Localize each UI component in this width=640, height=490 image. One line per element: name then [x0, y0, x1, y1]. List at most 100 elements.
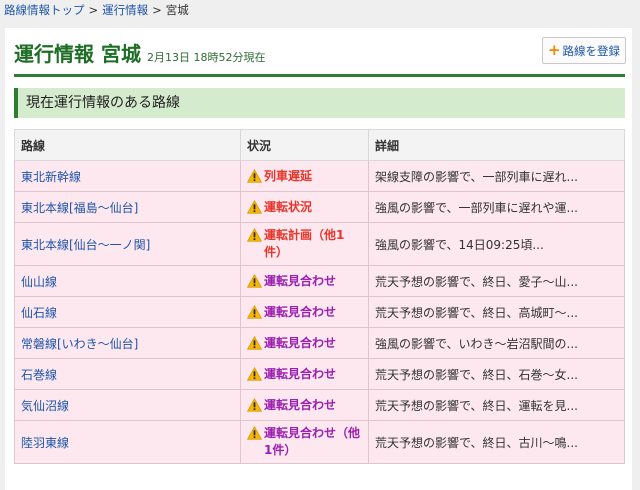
line-link[interactable]: 東北本線[仙台～一ノ関]: [21, 238, 150, 252]
breadcrumb-link-top[interactable]: 路線情報トップ: [4, 3, 85, 17]
status-label[interactable]: 列車遅延: [247, 168, 362, 185]
status-cell: 列車遅延: [240, 160, 369, 192]
line-cell: 陸羽東線: [14, 420, 241, 464]
line-cell: 東北本線[福島～仙台]: [14, 191, 241, 223]
warning-triangle-icon: [247, 366, 262, 381]
line-cell: 東北本線[仙台～一ノ関]: [14, 222, 241, 266]
status-label[interactable]: 運転見合わせ: [247, 335, 362, 352]
status-cell: 運転計画（他1件）: [240, 222, 369, 266]
warning-triangle-icon: [247, 168, 262, 183]
breadcrumb-link-operation[interactable]: 運行情報: [102, 3, 148, 17]
table-row[interactable]: 仙石線 運転見合わせ 荒天予想の影響で、終日、高城町～...: [14, 296, 625, 328]
status-text: 運転見合わせ: [264, 366, 337, 381]
status-text: 運転状況: [264, 199, 313, 214]
line-cell: 常磐線[いわき～仙台]: [14, 327, 241, 359]
status-cell: 運転見合わせ: [240, 389, 369, 421]
table-row[interactable]: 気仙沼線 運転見合わせ 荒天予想の影響で、終日、運転を見...: [14, 389, 625, 421]
detail-text: 荒天予想の影響で、終日、運転を見...: [375, 398, 578, 413]
status-cell: 運転見合わせ: [240, 358, 369, 390]
line-link[interactable]: 仙石線: [21, 306, 57, 320]
detail-text: 架線支障の影響で、一部列車に遅れ...: [375, 169, 578, 184]
warning-triangle-icon: [247, 397, 262, 412]
line-link[interactable]: 気仙沼線: [21, 399, 69, 413]
line-cell: 仙石線: [14, 296, 241, 328]
status-cell: 運転見合わせ: [240, 296, 369, 328]
line-cell: 石巻線: [14, 358, 241, 390]
line-link[interactable]: 陸羽東線: [21, 436, 69, 450]
table-row[interactable]: 陸羽東線 運転見合わせ（他1件） 荒天予想の影響で、終日、古川～鳴...: [14, 420, 625, 464]
table-row[interactable]: 東北新幹線 列車遅延 架線支障の影響で、一部列車に遅れ...: [14, 160, 625, 192]
status-label[interactable]: 運転見合わせ: [247, 273, 362, 290]
detail-text: 荒天予想の影響で、終日、石巻～女...: [375, 367, 578, 382]
register-line-button[interactable]: + 路線を登録: [542, 37, 626, 64]
status-text: 運転見合わせ（他1件）: [264, 426, 361, 457]
register-line-label: 路線を登録: [562, 43, 621, 58]
status-text: 運転見合わせ: [264, 397, 337, 412]
line-link[interactable]: 常磐線[いわき～仙台]: [21, 337, 138, 351]
status-label[interactable]: 運転見合わせ（他1件）: [247, 425, 362, 459]
warning-triangle-icon: [247, 273, 262, 288]
detail-cell: 荒天予想の影響で、終日、運転を見...: [368, 389, 625, 421]
table-row[interactable]: 常磐線[いわき～仙台] 運転見合わせ 強風の影響で、いわき～岩沼駅間の...: [14, 327, 625, 359]
line-link[interactable]: 東北本線[福島～仙台]: [21, 201, 138, 215]
status-table: 路線 状況 詳細 東北新幹線 列車遅延 架線支障の影響で、一部列車に遅れ... 東北本…: [14, 129, 625, 464]
main-card: 運行情報 宮城 2月13日 18時52分現在 + 路線を登録 現在運行情報のある路…: [5, 28, 632, 490]
status-label[interactable]: 運転状況: [247, 199, 362, 216]
line-cell: 気仙沼線: [14, 389, 241, 421]
warning-triangle-icon: [247, 304, 262, 319]
line-cell: 仙山線: [14, 265, 241, 297]
breadcrumb-separator: >: [152, 3, 162, 17]
status-text: 運転見合わせ: [264, 273, 337, 288]
detail-cell: 荒天予想の影響で、終日、古川～鳴...: [368, 420, 625, 464]
detail-cell: 強風の影響で、14日09:25頃...: [368, 222, 625, 266]
status-cell: 運転見合わせ: [240, 265, 369, 297]
detail-text: 荒天予想の影響で、終日、古川～鳴...: [375, 435, 578, 450]
status-label[interactable]: 運転見合わせ: [247, 397, 362, 414]
line-link[interactable]: 仙山線: [21, 275, 57, 289]
table-row[interactable]: 東北本線[仙台～一ノ関] 運転計画（他1件） 強風の影響で、14日09:25頃...: [14, 222, 625, 266]
breadcrumb: 路線情報トップ > 運行情報 > 宮城: [4, 3, 189, 17]
detail-cell: 強風の影響で、一部列車に遅れや運...: [368, 191, 625, 223]
table-row[interactable]: 仙山線 運転見合わせ 荒天予想の影響で、終日、愛子～山...: [14, 265, 625, 297]
breadcrumb-separator: >: [88, 3, 99, 17]
warning-triangle-icon: [247, 335, 262, 350]
page-title: 運行情報 宮城: [14, 42, 141, 66]
warning-triangle-icon: [247, 426, 262, 440]
status-text: 列車遅延: [264, 168, 313, 183]
title-row: 運行情報 宮城 2月13日 18時52分現在: [14, 38, 266, 66]
column-header-status: 状況: [240, 129, 369, 161]
plus-icon: +: [547, 41, 561, 59]
breadcrumb-current: 宮城: [165, 3, 189, 17]
line-cell: 東北新幹線: [14, 160, 241, 192]
table-header-row: 路線 状況 詳細: [14, 129, 625, 161]
detail-cell: 強風の影響で、いわき～岩沼駅間の...: [368, 327, 625, 359]
detail-cell: 荒天予想の影響で、終日、高城町～...: [368, 296, 625, 328]
detail-cell: 荒天予想の影響で、終日、石巻～女...: [368, 358, 625, 390]
line-link[interactable]: 東北新幹線: [21, 170, 81, 184]
column-header-line: 路線: [14, 129, 241, 161]
detail-cell: 架線支障の影響で、一部列車に遅れ...: [368, 160, 625, 192]
status-label[interactable]: 運転見合わせ: [247, 366, 362, 383]
detail-text: 荒天予想の影響で、終日、愛子～山...: [375, 274, 578, 289]
warning-triangle-icon: [247, 199, 262, 214]
detail-text: 強風の影響で、いわき～岩沼駅間の...: [375, 336, 578, 351]
detail-cell: 荒天予想の影響で、終日、愛子～山...: [368, 265, 625, 297]
status-label[interactable]: 運転見合わせ: [247, 304, 362, 321]
status-text: 運転見合わせ: [264, 335, 337, 350]
detail-text: 荒天予想の影響で、終日、高城町～...: [375, 305, 578, 320]
status-text: 運転計画（他1件）: [264, 228, 345, 259]
table-row[interactable]: 東北本線[福島～仙台] 運転状況 強風の影響で、一部列車に遅れや運...: [14, 191, 625, 223]
column-header-detail: 詳細: [368, 129, 625, 161]
title-divider: [14, 74, 625, 77]
detail-text: 強風の影響で、14日09:25頃...: [375, 237, 544, 252]
status-cell: 運転状況: [240, 191, 369, 223]
section-heading: 現在運行情報のある路線: [14, 88, 625, 118]
warning-triangle-icon: [247, 228, 262, 242]
status-text: 運転見合わせ: [264, 304, 337, 319]
line-link[interactable]: 石巻線: [21, 368, 57, 382]
status-cell: 運転見合わせ: [240, 327, 369, 359]
update-time: 2月13日 18時52分現在: [146, 51, 266, 64]
table-row[interactable]: 石巻線 運転見合わせ 荒天予想の影響で、終日、石巻～女...: [14, 358, 625, 390]
status-label[interactable]: 運転計画（他1件）: [247, 227, 362, 261]
detail-text: 強風の影響で、一部列車に遅れや運...: [375, 200, 578, 215]
